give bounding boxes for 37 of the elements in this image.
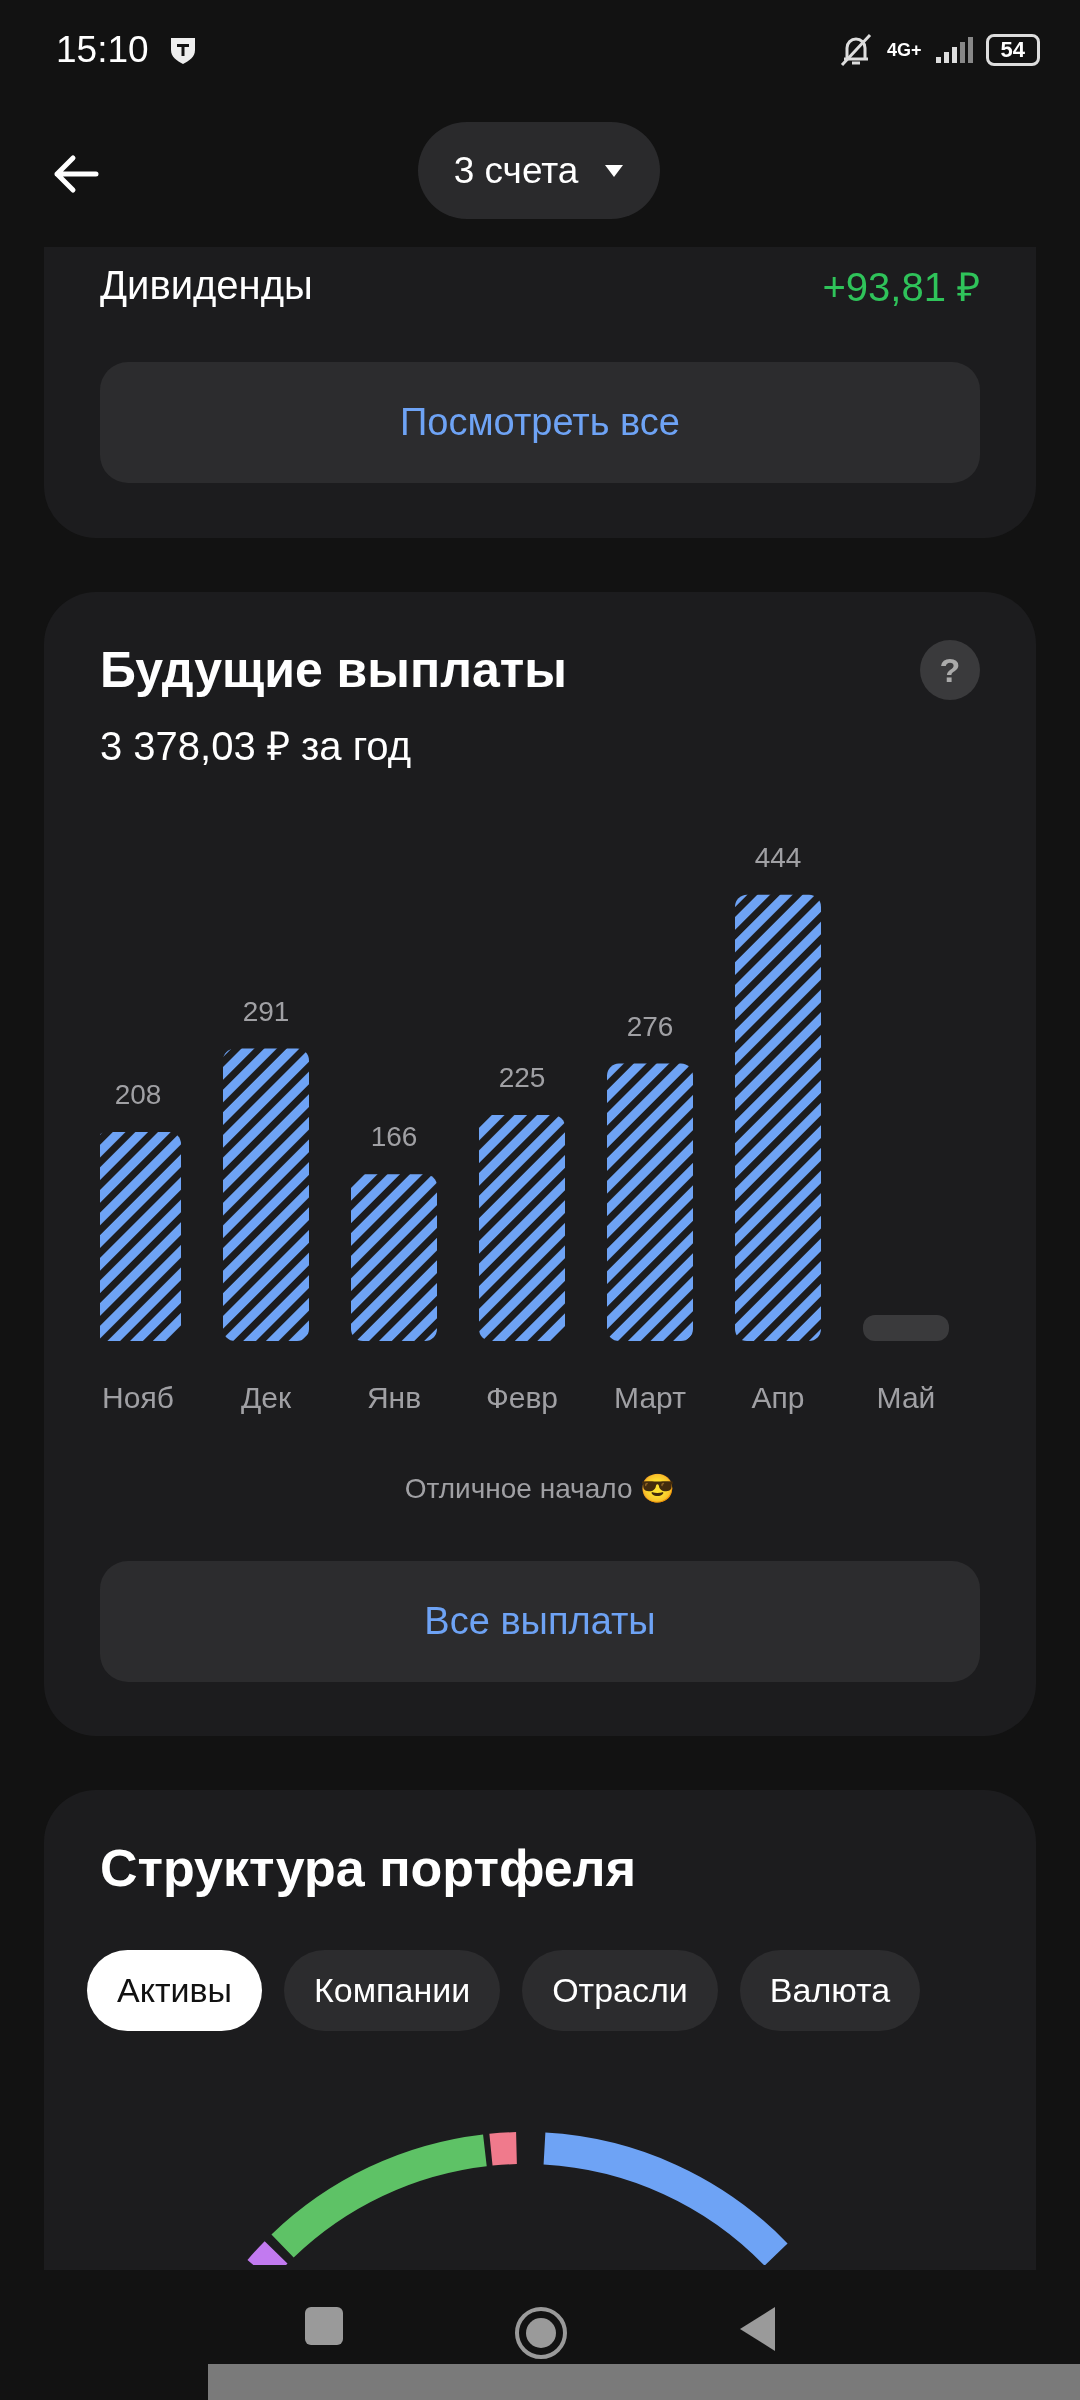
bar-value: 208 (114, 1078, 162, 1110)
section-title: Структура портфеля (100, 1838, 637, 1898)
back-icon[interactable] (738, 2306, 776, 2352)
bar-value: 444 (754, 841, 802, 873)
yearly-total: 3 378,03 ₽ за год (100, 723, 413, 770)
month-label: Нояб (102, 1381, 174, 1414)
bar-value: 225 (498, 1061, 546, 1093)
signal-icon (933, 35, 974, 65)
bar-value: 276 (626, 1010, 674, 1042)
month-label: Февр (485, 1381, 559, 1414)
all-payouts-button[interactable]: Все выплаты (100, 1561, 980, 1682)
help-button[interactable]: ? (920, 640, 980, 700)
home-icon[interactable] (514, 2306, 568, 2360)
dividends-label: Дивиденды (100, 262, 313, 308)
bar-value: 291 (242, 995, 290, 1027)
account-selector[interactable]: 3 счета (418, 122, 660, 219)
month-label: Март (614, 1381, 686, 1414)
network-type: 4G+ (887, 41, 922, 59)
filter-tab[interactable]: Активы (87, 1950, 262, 2031)
view-all-button[interactable]: Посмотреть все (100, 362, 980, 483)
filter-tab[interactable]: Компании (284, 1950, 501, 2031)
month-label: Апр (751, 1381, 805, 1414)
shield-icon (168, 35, 197, 65)
month-label: Янв (366, 1381, 422, 1414)
clock-time: 15:10 (56, 29, 149, 71)
month-label: Дек (240, 1381, 292, 1414)
dividends-amount: +93,81 ₽ (822, 263, 980, 311)
filter-tab[interactable]: Валюта (739, 1950, 921, 2031)
filter-tab[interactable]: Отрасли (522, 1950, 718, 2031)
recents-icon[interactable] (304, 2306, 344, 2346)
section-title: Будущие выплаты (100, 641, 568, 700)
back-arrow-icon[interactable] (52, 153, 100, 194)
caret-icon (604, 163, 625, 178)
encouragement-note: Отличное начало 😎 (403, 1472, 677, 1506)
month-label: Май (876, 1381, 936, 1414)
battery-indicator: 54 (985, 34, 1040, 66)
bar-value: 166 (370, 1121, 418, 1153)
